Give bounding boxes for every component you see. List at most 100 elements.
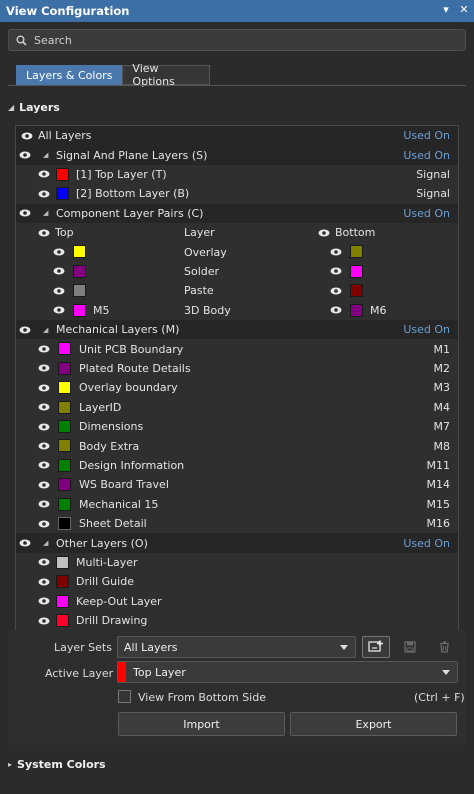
collapse-icon[interactable]: ◢	[43, 209, 48, 217]
delete-layer-set-button[interactable]	[430, 636, 458, 658]
eye-icon[interactable]	[38, 189, 50, 199]
bottom-color-swatch[interactable]	[350, 303, 363, 317]
eye-icon[interactable]	[330, 247, 342, 257]
layer-color-swatch[interactable]	[58, 420, 71, 433]
top-color-swatch[interactable]	[73, 264, 86, 278]
eye-icon[interactable]	[53, 305, 65, 315]
layer-row[interactable]: Design Information M11	[16, 455, 458, 476]
layer-color-swatch[interactable]	[58, 439, 71, 453]
eye-icon[interactable]	[19, 150, 31, 160]
close-icon[interactable]: ✕	[458, 3, 470, 16]
mechanical-group-row[interactable]: ◢ Mechanical Layers (M) Used On	[16, 320, 458, 340]
system-colors-section-header[interactable]: ▸ System Colors	[8, 758, 106, 771]
layers-section-header[interactable]: ◢ Layers	[8, 101, 60, 114]
layer-color-swatch[interactable]	[56, 575, 69, 589]
import-button[interactable]: Import	[118, 712, 285, 736]
eye-icon[interactable]	[53, 286, 65, 296]
top-color-swatch[interactable]	[73, 303, 86, 317]
eye-icon[interactable]	[38, 344, 50, 354]
eye-icon[interactable]	[19, 325, 31, 335]
layer-color-swatch[interactable]	[56, 594, 69, 608]
eye-icon[interactable]	[21, 131, 33, 141]
eye-icon[interactable]	[38, 422, 50, 432]
used-on-link[interactable]: Used On	[403, 129, 450, 142]
bottom-color-swatch[interactable]	[350, 245, 363, 259]
layer-color-swatch[interactable]	[58, 517, 71, 530]
eye-icon[interactable]	[38, 577, 50, 587]
layer-color-swatch[interactable]	[56, 614, 69, 627]
pair-row[interactable]: Paste	[16, 281, 458, 301]
layer-color-swatch[interactable]	[56, 187, 69, 201]
eye-icon[interactable]	[38, 228, 50, 238]
layer-row[interactable]: Mechanical 15 M15	[16, 494, 458, 514]
eye-icon[interactable]	[38, 616, 50, 626]
eye-icon[interactable]	[38, 499, 50, 509]
eye-icon[interactable]	[38, 169, 50, 179]
signal-group-row[interactable]: ◢ Signal And Plane Layers (S) Used On	[16, 145, 458, 165]
pair-row[interactable]: Solder	[16, 261, 458, 282]
eye-icon[interactable]	[38, 557, 50, 567]
layer-color-swatch[interactable]	[56, 555, 69, 569]
collapse-icon[interactable]: ◢	[43, 151, 48, 159]
dropdown-arrow-icon[interactable]: ▾	[440, 3, 452, 16]
component-pairs-group-row[interactable]: ◢ Component Layer Pairs (C) Used On	[16, 203, 458, 223]
used-on-link[interactable]: Used On	[403, 207, 450, 220]
layer-row[interactable]: Drill Guide	[16, 572, 458, 592]
all-layers-row[interactable]: All Layers Used On	[16, 126, 458, 146]
active-layer-select[interactable]: Top Layer	[117, 661, 458, 683]
layer-row[interactable]: Keep-Out Layer	[16, 591, 458, 611]
tab-layers-colors[interactable]: Layers & Colors	[16, 65, 123, 85]
layer-row[interactable]: Drill Drawing	[16, 611, 458, 631]
layer-color-swatch[interactable]	[56, 167, 69, 181]
used-on-link[interactable]: Used On	[403, 537, 450, 550]
layer-row[interactable]: Sheet Detail M16	[16, 514, 458, 534]
layer-color-swatch[interactable]	[58, 458, 71, 472]
layer-row[interactable]: Body Extra M8	[16, 436, 458, 456]
eye-icon[interactable]	[38, 480, 50, 490]
tab-view-options[interactable]: View Options	[122, 62, 211, 88]
layer-sets-select[interactable]: All Layers	[117, 636, 356, 658]
save-layer-set-button[interactable]	[396, 636, 424, 658]
eye-icon[interactable]	[38, 402, 50, 412]
eye-icon[interactable]	[330, 266, 342, 276]
used-on-link[interactable]: Used On	[403, 323, 450, 336]
eye-icon[interactable]	[330, 286, 342, 296]
collapse-icon[interactable]: ◢	[43, 539, 48, 547]
eye-icon[interactable]	[38, 596, 50, 606]
layer-row[interactable]: Dimensions M7	[16, 417, 458, 437]
layer-row[interactable]: Multi-Layer	[16, 552, 458, 573]
layer-row[interactable]: Unit PCB Boundary M1	[16, 339, 458, 359]
eye-icon[interactable]	[38, 519, 50, 529]
bottom-color-swatch[interactable]	[350, 264, 363, 278]
eye-icon[interactable]	[53, 266, 65, 276]
layer-row[interactable]: Plated Route Details M2	[16, 358, 458, 379]
layer-color-swatch[interactable]	[58, 478, 71, 492]
eye-icon[interactable]	[38, 441, 50, 451]
bottom-color-swatch[interactable]	[350, 284, 363, 298]
layer-row[interactable]: [1] Top Layer (T) Signal	[16, 164, 458, 185]
collapse-icon[interactable]: ◢	[43, 326, 48, 334]
layer-row[interactable]: WS Board Travel M14	[16, 475, 458, 495]
eye-icon[interactable]	[318, 228, 330, 238]
layer-color-swatch[interactable]	[58, 381, 71, 395]
used-on-link[interactable]: Used On	[403, 149, 450, 162]
eye-icon[interactable]	[19, 208, 31, 218]
search-input[interactable]: Search	[8, 29, 466, 51]
layer-color-swatch[interactable]	[58, 400, 71, 414]
eye-icon[interactable]	[38, 460, 50, 470]
eye-icon[interactable]	[19, 538, 31, 548]
export-button[interactable]: Export	[290, 712, 457, 736]
top-color-swatch[interactable]	[73, 284, 86, 298]
pair-row[interactable]: M5 3D Body M6	[16, 300, 458, 320]
view-from-bottom-checkbox[interactable]	[118, 690, 131, 703]
layer-color-swatch[interactable]	[58, 342, 71, 356]
layer-color-swatch[interactable]	[58, 361, 71, 375]
eye-icon[interactable]	[38, 363, 50, 373]
top-color-swatch[interactable]	[73, 245, 86, 259]
add-layer-set-button[interactable]	[362, 636, 390, 658]
layer-row[interactable]: [2] Bottom Layer (B) Signal	[16, 184, 458, 204]
eye-icon[interactable]	[38, 383, 50, 393]
other-group-row[interactable]: ◢ Other Layers (O) Used On	[16, 533, 458, 553]
layer-row[interactable]: Overlay boundary M3	[16, 378, 458, 398]
eye-icon[interactable]	[53, 247, 65, 257]
